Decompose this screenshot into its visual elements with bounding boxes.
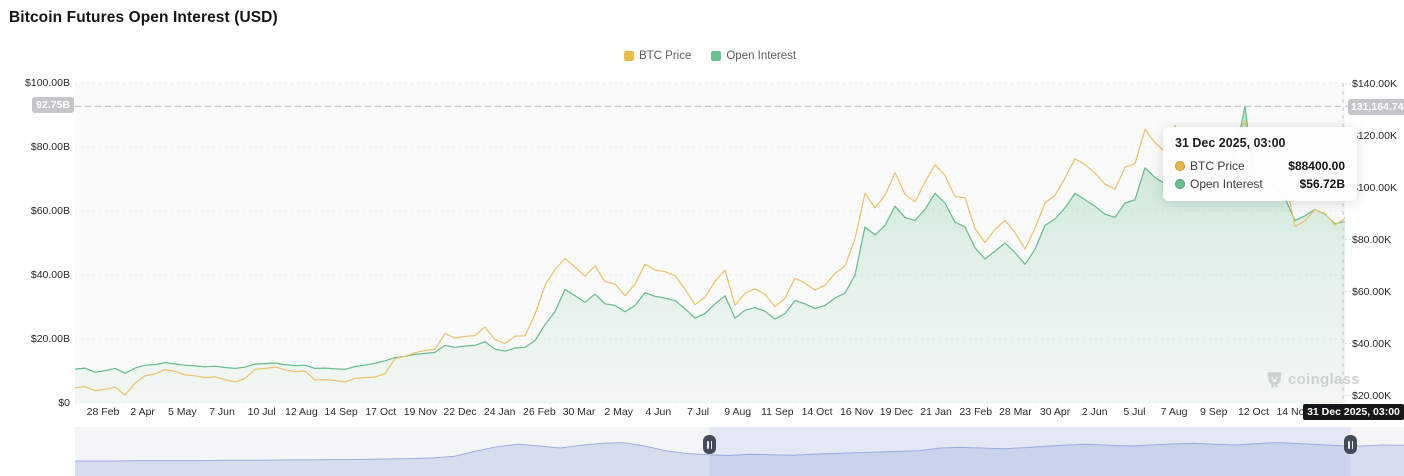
y-axis-label-left: $60.00B (30, 205, 70, 217)
y-axis-label-right: $80.00K (1352, 233, 1392, 246)
watermark: coinglass (1266, 370, 1360, 388)
y-axis-label-left: $40.00B (30, 269, 70, 281)
tooltip-label: Open Interest (1190, 177, 1263, 191)
x-cursor-date-badge: 31 Dec 2025, 03:00 (1303, 404, 1404, 420)
tooltip-row-open-interest: Open Interest $56.72B (1175, 177, 1345, 191)
y-axis-label-left: $100.00B (25, 77, 70, 89)
tooltip: 31 Dec 2025, 03:00 BTC Price $88400.00 O… (1163, 127, 1357, 201)
y-axis-label-right: $140.00K (1352, 78, 1397, 90)
navigator-handle-right[interactable] (1344, 435, 1357, 454)
btc-price-high-badge: 131,164.74 (1348, 99, 1404, 115)
y-axis-label-right: $60.00K (1352, 285, 1392, 298)
open-interest-marker-icon (1175, 179, 1185, 189)
btc-price-marker-icon (1175, 161, 1185, 171)
y-axis-label-right: $120.00K (1352, 129, 1397, 142)
y-axis-label-right: $40.00K (1352, 337, 1392, 350)
tooltip-label: BTC Price (1190, 159, 1245, 173)
watermark-text: coinglass (1288, 370, 1360, 388)
coinglass-bear-icon (1267, 371, 1282, 388)
y-axis-label-left: $80.00B (30, 141, 70, 153)
navigator-handle-left[interactable] (703, 435, 717, 454)
chart-canvas[interactable] (0, 0, 1404, 476)
navigator-selection[interactable] (709, 427, 1351, 476)
y-axis-label-right: $20.00K (1352, 389, 1392, 402)
tooltip-value: $88400.00 (1288, 159, 1345, 173)
tooltip-date: 31 Dec 2025, 03:00 (1175, 136, 1286, 150)
tooltip-value: $56.72B (1299, 177, 1345, 191)
y-axis-label-left: $20.00B (30, 333, 70, 345)
open-interest-high-badge: 92.75B (32, 97, 74, 113)
y-axis-label-left: $0 (58, 397, 70, 409)
coinglass-chart-page: { "title": "Bitcoin Futures Open Interes… (0, 0, 1404, 476)
y-axis-label-right: $100.00K (1352, 181, 1397, 194)
tooltip-row-btc-price: BTC Price $88400.00 (1175, 159, 1345, 173)
